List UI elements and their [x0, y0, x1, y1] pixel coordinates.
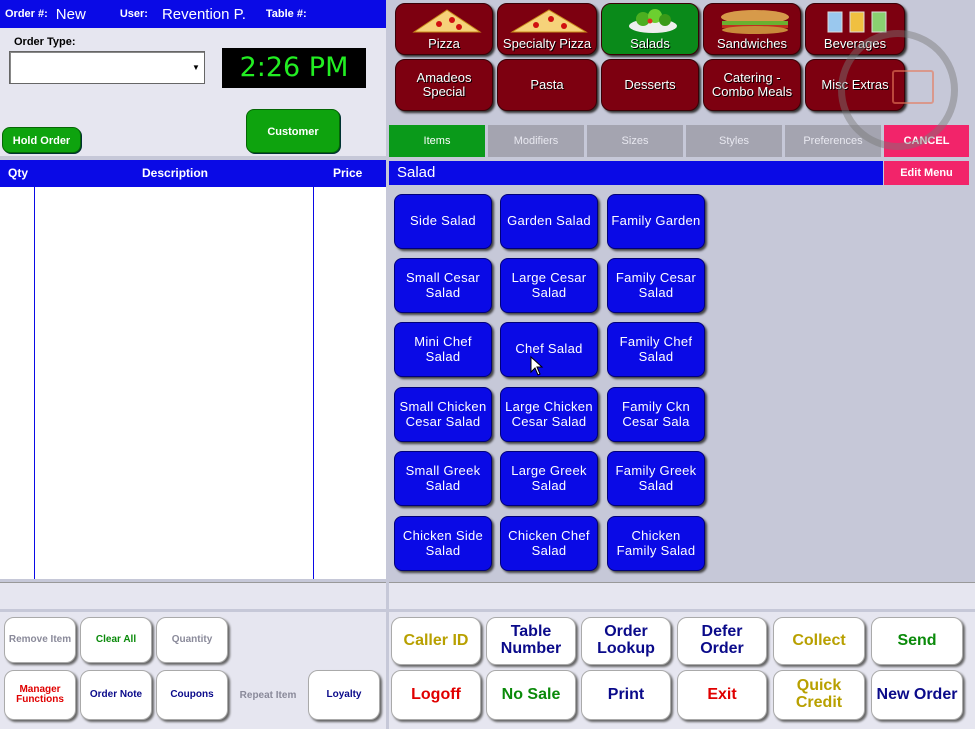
- order-type-select[interactable]: ▼: [9, 51, 205, 84]
- pizza-icon: [510, 9, 588, 33]
- menu-item-chef-salad[interactable]: Chef Salad: [500, 322, 598, 377]
- menu-item-large-greek-salad[interactable]: Large Greek Salad: [500, 451, 598, 506]
- category-label: Specialty Pizza: [502, 36, 592, 52]
- logoff-button[interactable]: Logoff: [391, 670, 481, 720]
- menu-item-small-chicken-cesar-salad[interactable]: Small Chicken Cesar Salad: [394, 387, 492, 442]
- category-salads[interactable]: Salads: [601, 3, 699, 55]
- mouse-cursor-icon: [530, 356, 544, 376]
- menu-item-side-salad[interactable]: Side Salad: [394, 194, 492, 249]
- menu-item-family-greek-salad[interactable]: Family Greek Salad: [607, 451, 705, 506]
- remove-item-button[interactable]: Remove Item: [4, 617, 76, 663]
- pizza-icon: [412, 9, 482, 33]
- tab-items[interactable]: Items: [389, 125, 485, 157]
- hold-order-button[interactable]: Hold Order: [2, 127, 81, 153]
- menu-section-title: Salad: [389, 161, 883, 185]
- category-label: Salads: [630, 36, 670, 52]
- sandwich-icon: [721, 10, 789, 34]
- table-number-label: Table #:: [265, 8, 307, 20]
- salad-icon: [629, 9, 677, 33]
- clear-all-button[interactable]: Clear All: [80, 617, 152, 663]
- category-label: Desserts: [624, 77, 676, 93]
- category-label: Pasta: [530, 77, 564, 93]
- chevron-down-icon[interactable]: ▼: [190, 58, 202, 78]
- category-label: Catering - Combo Meals: [711, 70, 793, 99]
- menu-item-family-cesar-salad[interactable]: Family Cesar Salad: [607, 258, 705, 313]
- menu-item-family-garden[interactable]: Family Garden: [607, 194, 705, 249]
- description-column-header: Description: [142, 166, 209, 180]
- order-number-label: Order #:: [5, 8, 48, 20]
- column-divider: [34, 187, 35, 579]
- manager-functions-button[interactable]: Manager Functions: [4, 670, 76, 720]
- category-label: Pizza: [428, 36, 460, 52]
- print-button[interactable]: Print: [581, 670, 671, 720]
- menu-item-small-cesar-salad[interactable]: Small Cesar Salad: [394, 258, 492, 313]
- coupons-button[interactable]: Coupons: [156, 670, 228, 720]
- order-type-label: Order Type:: [14, 36, 76, 48]
- tab-sizes[interactable]: Sizes: [587, 125, 683, 157]
- loyalty-button[interactable]: Loyalty: [308, 670, 380, 720]
- edit-menu-button[interactable]: Edit Menu: [884, 161, 969, 185]
- order-number-value: New: [55, 5, 86, 23]
- order-list[interactable]: [0, 187, 386, 579]
- menu-item-large-chicken-cesar-salad[interactable]: Large Chicken Cesar Salad: [500, 387, 598, 442]
- tab-styles[interactable]: Styles: [686, 125, 782, 157]
- collect-button[interactable]: Collect: [773, 617, 865, 665]
- menu-items-grid: Side Salad Garden Salad Family Garden Sm…: [389, 186, 975, 581]
- menu-item-large-cesar-salad[interactable]: Large Cesar Salad: [500, 258, 598, 313]
- no-sale-button[interactable]: No Sale: [486, 670, 576, 720]
- menu-item-chicken-family-salad[interactable]: Chicken Family Salad: [607, 516, 705, 571]
- monitor-icon: [892, 70, 934, 104]
- order-header: Order #: New User: Revention P. Table #:: [0, 0, 386, 28]
- category-pizza[interactable]: Pizza: [395, 3, 493, 55]
- category-sandwiches[interactable]: Sandwiches: [703, 3, 801, 55]
- table-number-button[interactable]: Table Number: [486, 617, 576, 665]
- price-column-header: Price: [333, 166, 363, 180]
- category-specialty-pizza[interactable]: Specialty Pizza: [497, 3, 597, 55]
- clock-display: 2:26 PM: [222, 48, 366, 88]
- defer-order-button[interactable]: Defer Order: [677, 617, 767, 665]
- order-list-header: Qty Description Price: [0, 160, 386, 187]
- quick-credit-button[interactable]: Quick Credit: [773, 670, 865, 720]
- repeat-item-button[interactable]: Repeat Item: [232, 670, 304, 720]
- customer-button[interactable]: Customer: [246, 109, 340, 153]
- exit-button[interactable]: Exit: [677, 670, 767, 720]
- new-order-button[interactable]: New Order: [871, 670, 963, 720]
- category-label: Sandwiches: [716, 36, 788, 52]
- right-status-bar: [389, 582, 975, 609]
- category-catering-combo-meals[interactable]: Catering - Combo Meals: [703, 59, 801, 111]
- menu-item-family-chef-salad[interactable]: Family Chef Salad: [607, 322, 705, 377]
- order-note-button[interactable]: Order Note: [80, 670, 152, 720]
- menu-item-garden-salad[interactable]: Garden Salad: [500, 194, 598, 249]
- menu-item-mini-chef-salad[interactable]: Mini Chef Salad: [394, 322, 492, 377]
- user-value: Revention P.: [161, 5, 246, 23]
- caller-id-button[interactable]: Caller ID: [391, 617, 481, 665]
- category-desserts[interactable]: Desserts: [601, 59, 699, 111]
- menu-item-chicken-side-salad[interactable]: Chicken Side Salad: [394, 516, 492, 571]
- menu-item-chicken-chef-salad[interactable]: Chicken Chef Salad: [500, 516, 598, 571]
- category-pasta[interactable]: Pasta: [497, 59, 597, 111]
- tab-modifiers[interactable]: Modifiers: [488, 125, 584, 157]
- menu-item-small-greek-salad[interactable]: Small Greek Salad: [394, 451, 492, 506]
- order-lookup-button[interactable]: Order Lookup: [581, 617, 671, 665]
- menu-item-family-ckn-cesar-sala[interactable]: Family Ckn Cesar Sala: [607, 387, 705, 442]
- user-label: User:: [119, 8, 148, 20]
- quantity-button[interactable]: Quantity: [156, 617, 228, 663]
- qty-column-header: Qty: [8, 166, 29, 180]
- left-status-bar: [0, 582, 386, 609]
- category-amadeos-special[interactable]: Amadeos Special: [395, 59, 493, 111]
- column-divider: [313, 187, 314, 579]
- send-button[interactable]: Send: [871, 617, 963, 665]
- category-label: Amadeos Special: [416, 70, 472, 99]
